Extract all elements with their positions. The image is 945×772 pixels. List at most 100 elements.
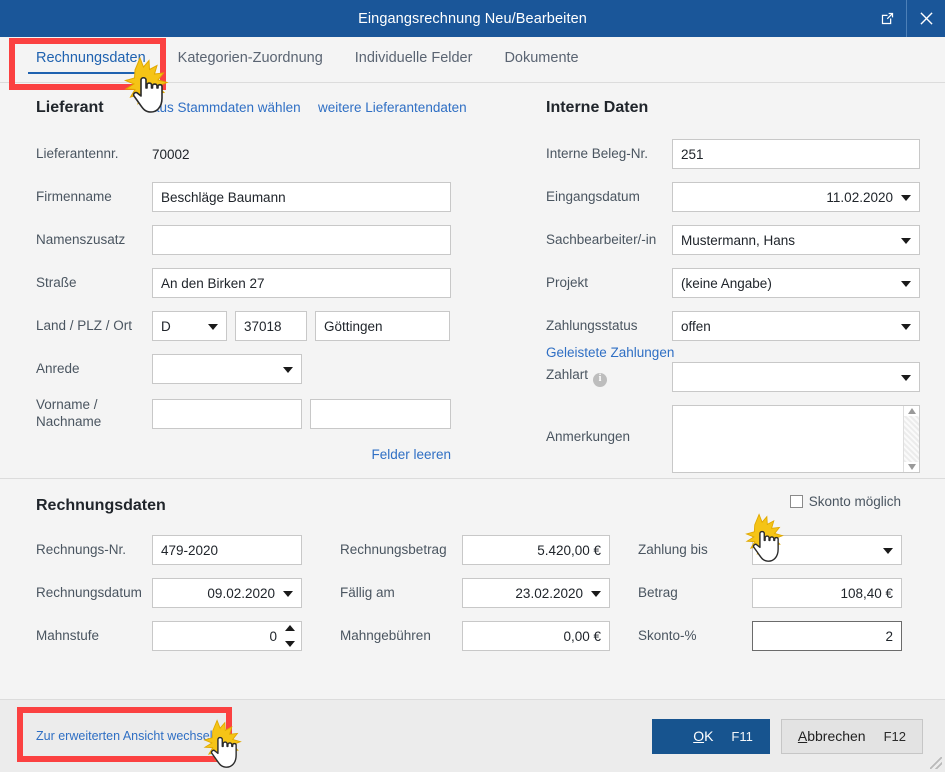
clear-fields-link[interactable]: Felder leeren (371, 447, 451, 462)
resize-grip[interactable] (930, 757, 942, 769)
ok-label-rest: K (704, 728, 713, 744)
company-name-label: Firmenname (36, 189, 152, 206)
chevron-down-icon (901, 375, 911, 381)
invoice-amount-input[interactable]: 5.420,00 € (462, 535, 610, 565)
chevron-down-icon (901, 281, 911, 287)
scrollbar-track[interactable] (904, 416, 919, 462)
invoice-date-value: 09.02.2020 (207, 586, 275, 601)
zip-input[interactable]: 37018 (235, 311, 307, 341)
firstname-input[interactable] (152, 399, 302, 429)
name-suffix-input[interactable] (152, 225, 451, 255)
row-payments-link: Geleistete Zahlungen (546, 343, 945, 361)
payment-status-value: offen (681, 319, 711, 334)
row-first-last-name: Vorname / Nachname (36, 397, 500, 431)
more-supplier-data-link[interactable]: weitere Lieferantendaten (318, 100, 467, 115)
switch-to-extended-view-link[interactable]: Zur erweiterten Ansicht wechseln (36, 729, 219, 743)
tab-label: Rechnungsdaten (36, 50, 146, 66)
lastname-input[interactable] (310, 399, 451, 429)
tab-kategorien-zuordnung[interactable]: Kategorien-Zuordnung (162, 37, 339, 82)
invoice-date-picker[interactable]: 09.02.2020 (152, 578, 302, 608)
salutation-label: Anrede (36, 361, 152, 378)
ok-shortcut: F11 (731, 729, 752, 744)
choose-from-master-data-link[interactable]: aus Stammdaten wählen (152, 100, 318, 115)
due-date-picker[interactable]: 23.02.2020 (462, 578, 610, 608)
row-salutation: Anrede (36, 354, 500, 384)
dunning-level-stepper[interactable]: 0 (152, 621, 302, 651)
notes-text[interactable] (673, 406, 903, 472)
tab-bar: Rechnungsdaten Kategorien-Zuordnung Indi… (0, 37, 945, 83)
internal-doc-no-input[interactable]: 251 (672, 139, 920, 169)
project-select[interactable]: (keine Angabe) (672, 268, 920, 298)
discount-pct-input[interactable]: 2 (752, 621, 902, 651)
top-sections: Lieferant aus Stammdaten wählen weitere … (0, 83, 945, 478)
dunning-level-value: 0 (269, 629, 277, 644)
chevron-down-icon (901, 324, 911, 330)
discount-possible-checkbox[interactable]: Skonto möglich (790, 494, 901, 509)
row-clear-fields: Felder leeren (36, 440, 451, 470)
due-date-label: Fällig am (340, 585, 462, 602)
country-select[interactable]: D (152, 311, 227, 341)
popout-window-icon[interactable] (868, 0, 906, 37)
tab-label: Kategorien-Zuordnung (178, 50, 323, 66)
info-icon[interactable]: i (593, 373, 607, 387)
due-date-value: 23.02.2020 (515, 586, 583, 601)
payment-type-label: Zahlart i (546, 367, 672, 386)
supplier-header: Lieferant aus Stammdaten wählen weitere … (36, 99, 500, 117)
clerk-label: Sachbearbeiter/-in (546, 232, 672, 249)
ok-button[interactable]: OK F11 (652, 719, 770, 754)
made-payments-link[interactable]: Geleistete Zahlungen (546, 345, 674, 360)
invoice-no-input[interactable]: 479-2020 (152, 535, 302, 565)
pay-until-picker[interactable] (752, 535, 902, 565)
row-invoice-amount: Rechnungsbetrag 5.420,00 € (340, 535, 638, 565)
name-suffix-label: Namenszusatz (36, 232, 152, 249)
pay-until-label: Zahlung bis (638, 542, 752, 559)
dunning-fees-input[interactable]: 0,00 € (462, 621, 610, 651)
chevron-down-icon (901, 238, 911, 244)
receipt-date-picker[interactable]: 11.02.2020 (672, 182, 920, 212)
row-dunning-level: Mahnstufe 0 (36, 621, 340, 651)
notes-textarea[interactable] (672, 405, 920, 473)
amount-label: Betrag (638, 585, 752, 602)
stepper-buttons[interactable] (285, 625, 295, 647)
stepper-up-icon[interactable] (285, 625, 295, 631)
notes-scrollbar[interactable] (903, 406, 919, 472)
tab-rechnungsdaten[interactable]: Rechnungsdaten (20, 37, 162, 82)
close-icon[interactable] (907, 0, 945, 37)
row-discount-pct: Skonto-% 2 (638, 621, 938, 651)
project-value: (keine Angabe) (681, 276, 772, 291)
tab-dokumente[interactable]: Dokumente (488, 37, 594, 82)
dunning-fees-label: Mahngebühren (340, 628, 462, 645)
salutation-select[interactable] (152, 354, 302, 384)
stepper-down-icon[interactable] (285, 641, 295, 647)
checkbox-box-icon[interactable] (790, 495, 803, 508)
dialog-window: Eingangsrechnung Neu/Bearbeiten Rechnung… (0, 0, 945, 772)
notes-label: Anmerkungen (546, 405, 672, 446)
dunning-level-label: Mahnstufe (36, 628, 152, 645)
country-zip-city-label: Land / PLZ / Ort (36, 318, 152, 335)
discount-possible-label: Skonto möglich (809, 494, 901, 509)
company-name-input[interactable]: Beschläge Baumann (152, 182, 451, 212)
row-company-name: Firmenname Beschläge Baumann (36, 182, 500, 212)
scroll-down-icon[interactable] (908, 464, 916, 470)
country-value: D (161, 319, 171, 334)
chevron-down-icon (283, 367, 293, 373)
street-input[interactable]: An den Birken 27 (152, 268, 451, 298)
ok-button-label: OK (693, 728, 713, 744)
invoice-col-2: Rechnungsbetrag 5.420,00 € Fällig am 23.… (340, 535, 638, 664)
row-dunning-fees: Mahngebühren 0,00 € (340, 621, 638, 651)
cancel-button-label: Abbrechen (798, 728, 866, 744)
receipt-date-label: Eingangsdatum (546, 189, 672, 206)
cancel-button[interactable]: Abbrechen F12 (781, 719, 923, 754)
receipt-date-value: 11.02.2020 (826, 190, 893, 205)
payment-type-label-text: Zahlart (546, 367, 588, 382)
invoice-date-label: Rechnungsdatum (36, 585, 152, 602)
row-due-date: Fällig am 23.02.2020 (340, 578, 638, 608)
dialog-footer: Zur erweiterten Ansicht wechseln OK F11 … (0, 699, 945, 772)
scroll-up-icon[interactable] (908, 408, 916, 414)
city-input[interactable]: Göttingen (315, 311, 450, 341)
payment-status-select[interactable]: offen (672, 311, 920, 341)
payment-type-select[interactable] (672, 362, 920, 392)
tab-individuelle-felder[interactable]: Individuelle Felder (339, 37, 489, 82)
clerk-select[interactable]: Mustermann, Hans (672, 225, 920, 255)
amount-input[interactable]: 108,40 € (752, 578, 902, 608)
